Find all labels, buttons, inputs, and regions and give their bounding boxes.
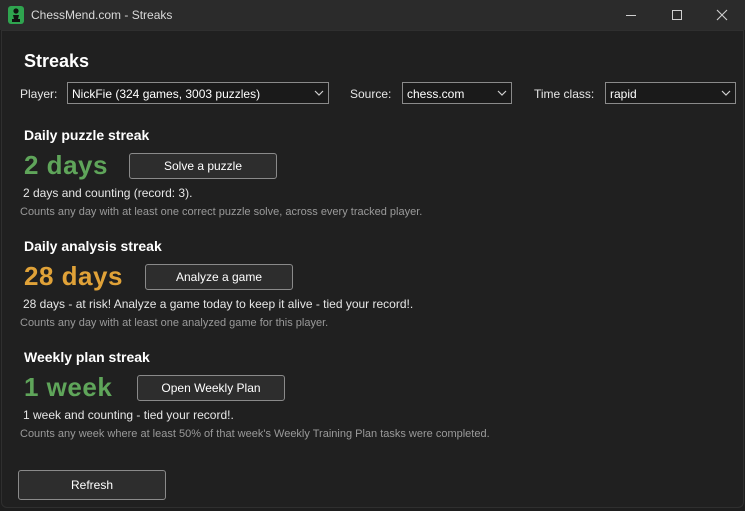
chevron-down-icon: [497, 90, 507, 96]
analysis-streak-status: 28 days - at risk! Analyze a game today …: [23, 297, 414, 311]
solve-puzzle-button[interactable]: Solve a puzzle: [129, 153, 277, 179]
puzzle-streak-hint: Counts any day with at least one correct…: [20, 206, 423, 218]
minimize-button[interactable]: [608, 0, 654, 30]
weekly-streak-value: 1 week: [24, 372, 113, 402]
chess-pawn-icon: [8, 6, 24, 24]
player-select[interactable]: NickFie (324 games, 3003 puzzles): [67, 82, 329, 104]
window-title: ChessMend.com - Streaks: [31, 8, 173, 22]
analysis-streak-title: Daily analysis streak: [24, 238, 162, 254]
open-weekly-plan-button[interactable]: Open Weekly Plan: [137, 375, 285, 401]
source-label: Source:: [350, 87, 392, 101]
source-select-value: chess.com: [407, 87, 465, 101]
analysis-streak-value: 28 days: [24, 261, 123, 291]
puzzle-streak-title: Daily puzzle streak: [24, 127, 150, 143]
weekly-streak-status: 1 week and counting - tied your record!.: [23, 408, 234, 422]
time-class-select-value: rapid: [610, 87, 637, 101]
weekly-streak-hint: Counts any week where at least 50% of th…: [20, 428, 490, 440]
analyze-game-button[interactable]: Analyze a game: [145, 264, 293, 290]
maximize-icon: [672, 10, 682, 20]
maximize-button[interactable]: [654, 0, 700, 30]
weekly-streak-title: Weekly plan streak: [24, 349, 150, 365]
analysis-streak-hint: Counts any day with at least one analyze…: [20, 317, 329, 329]
puzzle-streak-status: 2 days and counting (record: 3).: [23, 186, 193, 200]
minimize-icon: [626, 15, 636, 16]
chevron-down-icon: [314, 90, 324, 96]
player-label: Player:: [20, 87, 58, 101]
chevron-down-icon: [721, 90, 731, 96]
time-class-label: Time class:: [534, 87, 595, 101]
source-select[interactable]: chess.com: [402, 82, 512, 104]
page-title: Streaks: [24, 51, 90, 71]
player-select-value: NickFie (324 games, 3003 puzzles): [72, 87, 261, 101]
title-bar[interactable]: ChessMend.com - Streaks: [0, 0, 745, 30]
refresh-button[interactable]: Refresh: [18, 470, 166, 500]
puzzle-streak-value: 2 days: [24, 150, 108, 180]
close-button[interactable]: [699, 0, 745, 30]
close-icon: [716, 9, 728, 21]
time-class-select[interactable]: rapid: [605, 82, 736, 104]
